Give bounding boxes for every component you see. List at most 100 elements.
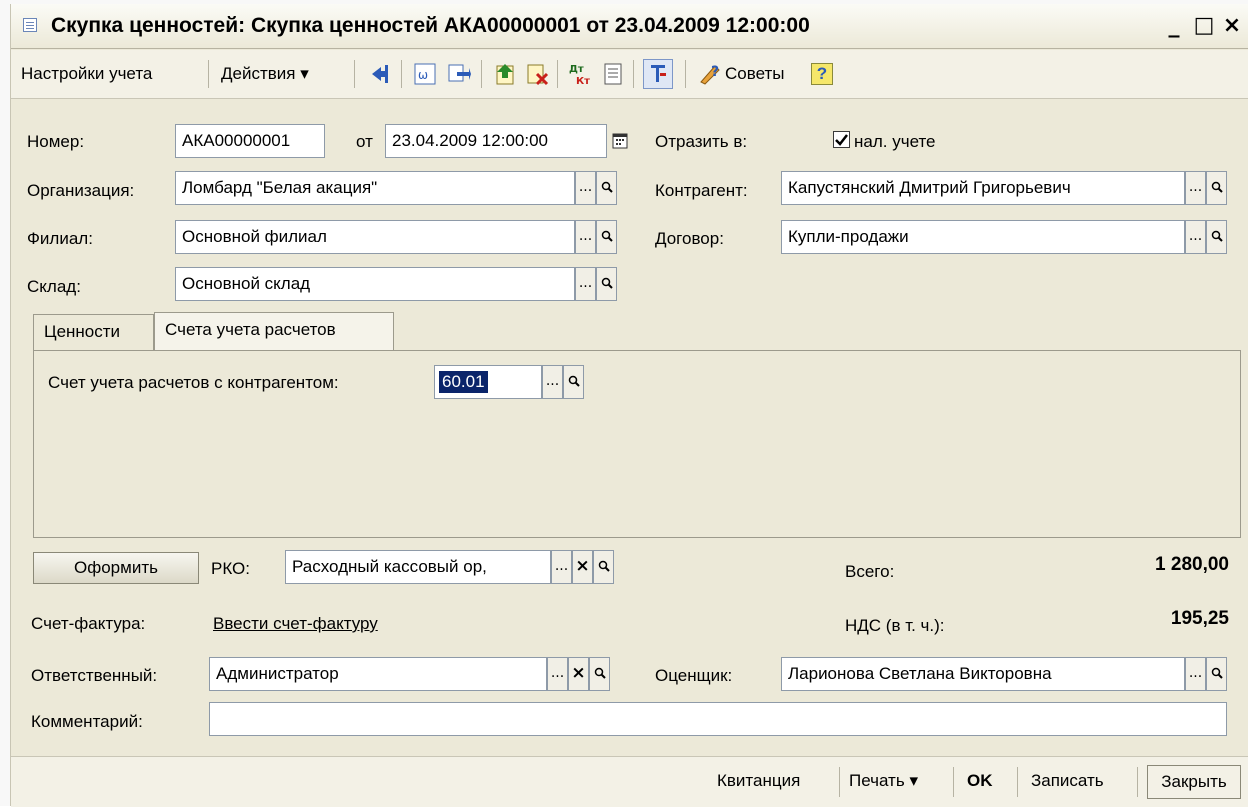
counterparty-label: Контрагент: xyxy=(655,181,748,200)
calendar-icon[interactable] xyxy=(608,124,632,158)
maximize-button[interactable]: □ xyxy=(1191,12,1217,40)
minimize-button[interactable]: _ xyxy=(1161,12,1187,40)
search-icon[interactable] xyxy=(1206,220,1227,254)
comment-field[interactable] xyxy=(209,702,1227,736)
tips-button[interactable]: Советы xyxy=(725,64,784,84)
account-label: Счет учета расчетов с контрагентом: xyxy=(48,373,339,392)
close-button[interactable]: Закрыть xyxy=(1147,765,1241,799)
search-icon[interactable] xyxy=(596,171,617,205)
settings-button[interactable]: Настройки учета xyxy=(21,64,152,84)
number-field[interactable]: АКА00000001 xyxy=(175,124,325,158)
receipt-button[interactable]: Квитанция xyxy=(717,771,800,791)
ok-button[interactable]: OK xyxy=(967,771,993,791)
account-field[interactable]: 60.01 xyxy=(434,365,542,399)
counterparty-select-button[interactable]: ... xyxy=(1185,171,1206,205)
arrow-left-icon[interactable] xyxy=(369,62,393,86)
rko-label: РКО: xyxy=(211,559,250,578)
contract-label: Договор: xyxy=(655,229,724,248)
enter-invoice-link[interactable]: Ввести счет-фактуру xyxy=(213,614,378,634)
form-icon xyxy=(23,18,37,32)
help-button[interactable]: ? xyxy=(811,63,833,85)
save-button[interactable]: Записать xyxy=(1031,771,1104,791)
rko-field[interactable]: Расходный кассовый ор, xyxy=(285,550,551,584)
branch-select-button[interactable]: ... xyxy=(575,220,596,254)
counterparty-field[interactable]: Капустянский Дмитрий Григорьевич xyxy=(781,171,1185,205)
contract-field[interactable]: Купли-продажи xyxy=(781,220,1185,254)
invoice-label: Счет-фактура: xyxy=(31,614,146,633)
process-button[interactable]: Оформить xyxy=(33,552,199,584)
vat-value: 195,25 xyxy=(1170,608,1229,629)
refresh-icon[interactable]: ω xyxy=(413,62,437,86)
close-window-button[interactable]: × xyxy=(1219,12,1245,40)
appraiser-select-button[interactable]: ... xyxy=(1185,657,1206,691)
actions-label: Действия xyxy=(221,64,296,83)
vat-label: НДС (в т. ч.): xyxy=(845,616,945,635)
toolbar-separator xyxy=(208,60,209,88)
toolbar-separator xyxy=(685,60,686,88)
appraiser-field[interactable]: Ларионова Светлана Викторовна xyxy=(781,657,1185,691)
swap-icon[interactable] xyxy=(447,62,471,86)
window-title: Скупка ценностей: Скупка ценностей АКА00… xyxy=(51,14,810,37)
search-icon[interactable] xyxy=(596,267,617,301)
document-delete-icon[interactable] xyxy=(525,62,549,86)
document-up-icon[interactable] xyxy=(493,62,517,86)
date-field[interactable]: 23.04.2009 12:00:00 xyxy=(385,124,607,158)
print-menu-button[interactable]: Печать ▾ xyxy=(849,771,918,791)
responsible-field[interactable]: Администратор xyxy=(209,657,547,691)
account-select-button[interactable]: ... xyxy=(542,365,563,399)
search-icon[interactable] xyxy=(589,657,610,691)
organization-select-button[interactable]: ... xyxy=(575,171,596,205)
toolbar-separator xyxy=(557,60,558,88)
list-icon[interactable] xyxy=(601,62,625,86)
bottom-command-bar: Квитанция Печать ▾ OK Записать Закрыть xyxy=(11,756,1248,807)
search-icon[interactable] xyxy=(1206,657,1227,691)
tab-valuables[interactable]: Ценности xyxy=(33,314,154,350)
total-label: Всего: xyxy=(845,562,895,581)
responsible-select-button[interactable]: ... xyxy=(547,657,568,691)
search-icon[interactable] xyxy=(563,365,584,399)
structure-icon[interactable] xyxy=(643,59,673,89)
tips-icon[interactable]: ? xyxy=(697,62,723,86)
toolbar-separator xyxy=(354,60,355,88)
title-bar: Скупка ценностей: Скупка ценностей АКА00… xyxy=(11,4,1248,49)
comment-label: Комментарий: xyxy=(31,712,143,731)
warehouse-label: Склад: xyxy=(27,277,81,296)
bottom-separator xyxy=(953,767,954,797)
rko-select-button[interactable]: ... xyxy=(551,550,572,584)
warehouse-field[interactable]: Основной склад xyxy=(175,267,575,301)
chevron-down-icon: ▾ xyxy=(300,64,309,83)
account-value: 60.01 xyxy=(438,370,489,394)
responsible-label: Ответственный: xyxy=(31,666,158,685)
organization-label: Организация: xyxy=(27,181,135,200)
tax-accounting-checkbox[interactable] xyxy=(833,131,850,148)
toolbar-separator xyxy=(401,60,402,88)
contract-select-button[interactable]: ... xyxy=(1185,220,1206,254)
chevron-down-icon: ▾ xyxy=(909,771,918,790)
organization-field[interactable]: Ломбард "Белая акация" xyxy=(175,171,575,205)
bottom-separator xyxy=(1137,767,1138,797)
dtkt-bottom: Кт xyxy=(576,76,590,86)
search-icon[interactable] xyxy=(1206,171,1227,205)
actions-menu-button[interactable]: Действия ▾ xyxy=(221,64,309,84)
tax-accounting-label: нал. учете xyxy=(854,132,936,151)
tab-settlement-accounts[interactable]: Счета учета расчетов xyxy=(154,312,394,350)
reflect-label: Отразить в: xyxy=(655,132,748,151)
number-label: Номер: xyxy=(27,132,85,151)
branch-field[interactable]: Основной филиал xyxy=(175,220,575,254)
tab-panel: Счет учета расчетов с контрагентом: 60.0… xyxy=(33,350,1241,538)
search-icon[interactable] xyxy=(596,220,617,254)
clear-icon[interactable]: × xyxy=(572,550,593,584)
search-icon[interactable] xyxy=(593,550,614,584)
appraiser-label: Оценщик: xyxy=(655,666,733,685)
clear-icon[interactable]: × xyxy=(568,657,589,691)
date-prefix-label: от xyxy=(356,132,373,151)
bottom-separator xyxy=(1017,767,1018,797)
toolbar: Настройки учета Действия ▾ ω Дт Кт ? Сов… xyxy=(11,50,1248,99)
total-value: 1 280,00 xyxy=(1155,554,1229,575)
warehouse-select-button[interactable]: ... xyxy=(575,267,596,301)
dtkt-top: Дт xyxy=(569,64,584,75)
dtkt-icon[interactable]: Дт Кт xyxy=(567,62,591,87)
toolbar-separator xyxy=(633,60,634,88)
document-window: Скупка ценностей: Скупка ценностей АКА00… xyxy=(10,4,1248,807)
toolbar-separator xyxy=(481,60,482,88)
